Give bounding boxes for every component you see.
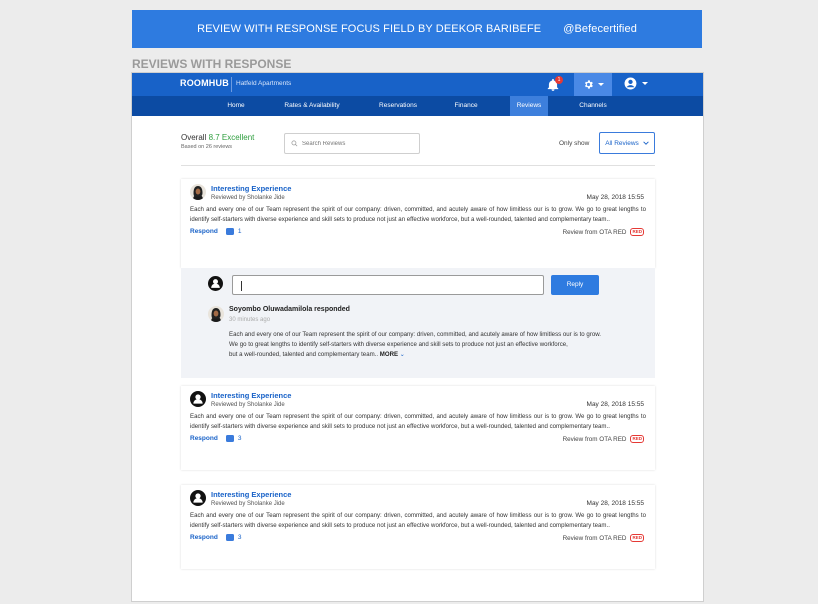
nav-reviews[interactable]: Reviews — [510, 96, 548, 116]
comment-icon — [225, 534, 234, 541]
reply-input[interactable] — [232, 275, 544, 295]
review-summary: Overall 8.7 Excellent Based on 26 review… — [181, 133, 254, 150]
ota-red-logo: RED — [630, 435, 644, 443]
nav-finance[interactable]: Finance — [448, 96, 484, 116]
review-text: Each and every one of our Team represent… — [190, 206, 646, 223]
review-count: Based on 26 reviews — [181, 144, 233, 150]
chevron-down-icon — [642, 82, 648, 85]
response-text: Each and every one of our Team represent… — [229, 331, 601, 358]
header-divider — [181, 165, 655, 166]
review-title[interactable]: Interesting Experience — [211, 391, 291, 400]
response-panel: Reply Soyombo Oluwadamilola responded 30… — [181, 268, 655, 378]
reviewer-name: Reviewed by Sholanke Jide — [211, 501, 285, 507]
nav-channels[interactable]: Channels — [572, 96, 614, 116]
banner-title: REVIEW WITH RESPONSE FOCUS FIELD BY DEEK… — [197, 23, 542, 35]
response-count: 1 — [237, 228, 242, 235]
review-card: Interesting Experience Reviewed by Shola… — [181, 485, 655, 569]
review-card: Interesting Experience Reviewed by Shola… — [181, 179, 655, 268]
reviewer-name: Reviewed by Sholanke Jide — [211, 402, 285, 408]
search-icon — [291, 140, 298, 147]
respond-button[interactable]: Respond 3 — [190, 534, 241, 541]
top-bar: ROOMHUB Hatfeld Apartments 1 — [132, 73, 703, 96]
nav-home[interactable]: Home — [218, 96, 254, 116]
avatar — [208, 276, 223, 291]
respond-button[interactable]: Respond 3 — [190, 435, 241, 442]
avatar — [190, 391, 206, 407]
account-menu[interactable] — [624, 77, 648, 90]
ota-red-logo: RED — [630, 534, 644, 542]
response-count: 3 — [237, 435, 242, 442]
response-count: 3 — [237, 534, 242, 541]
review-filter-select[interactable]: All Reviews — [599, 132, 655, 154]
brand-separator — [231, 77, 232, 92]
avatar — [208, 306, 224, 322]
reviewer-name: Reviewed by Sholanke Jide — [211, 195, 285, 201]
user-icon — [624, 77, 637, 90]
chevron-down-icon — [643, 141, 649, 145]
review-text: Each and every one of our Team represent… — [190, 413, 646, 430]
section-label: REVIEWS WITH RESPONSE — [132, 57, 292, 71]
chevron-down-icon — [597, 83, 604, 86]
filter-selected: All Reviews — [605, 139, 639, 147]
review-date: May 28, 2018 15:55 — [586, 500, 644, 507]
avatar — [190, 184, 206, 200]
notification-badge: 1 — [555, 76, 563, 84]
nav-rates[interactable]: Rates & Availability — [278, 96, 346, 116]
response-time: 30 minutes ago — [229, 317, 271, 323]
banner-handle: @Befecertified — [563, 23, 637, 35]
ota-red-logo: RED — [630, 228, 644, 236]
search-input[interactable] — [302, 140, 412, 147]
avatar — [190, 490, 206, 506]
review-title[interactable]: Interesting Experience — [211, 490, 291, 499]
review-source: Review from OTA RED RED — [562, 534, 644, 542]
app-frame: ROOMHUB Hatfeld Apartments 1 Home Rates … — [131, 72, 704, 602]
main-nav: Home Rates & Availability Reservations F… — [132, 96, 703, 116]
comment-icon — [225, 228, 234, 235]
review-text: Each and every one of our Team represent… — [190, 512, 646, 529]
nav-reservations[interactable]: Reservations — [372, 96, 424, 116]
gear-icon — [584, 80, 593, 89]
responder-name: Soyombo Oluwadamilola responded — [229, 306, 350, 313]
filter-label: Only show — [559, 140, 590, 147]
review-source: Review from OTA RED RED — [562, 435, 644, 443]
overall-score: Overall 8.7 Excellent — [181, 133, 255, 142]
comment-icon — [225, 435, 234, 442]
respond-button[interactable]: Respond 1 — [190, 228, 241, 235]
brand-logo[interactable]: ROOMHUB — [180, 78, 229, 88]
review-date: May 28, 2018 15:55 — [586, 401, 644, 408]
more-link[interactable]: MORE — [380, 351, 398, 358]
score-value: 8.7 Excellent — [208, 133, 255, 142]
review-title[interactable]: Interesting Experience — [211, 184, 291, 193]
chevron-down-icon[interactable]: ⌄ — [400, 352, 405, 358]
reply-button[interactable]: Reply — [551, 275, 599, 295]
review-card: Interesting Experience Reviewed by Shola… — [181, 386, 655, 470]
search-box[interactable] — [284, 133, 420, 154]
property-name[interactable]: Hatfeld Apartments — [236, 80, 291, 87]
review-source: Review from OTA RED RED — [562, 228, 644, 236]
settings-button[interactable] — [574, 73, 612, 96]
review-date: May 28, 2018 15:55 — [586, 194, 644, 201]
top-banner: REVIEW WITH RESPONSE FOCUS FIELD BY DEEK… — [132, 10, 702, 48]
